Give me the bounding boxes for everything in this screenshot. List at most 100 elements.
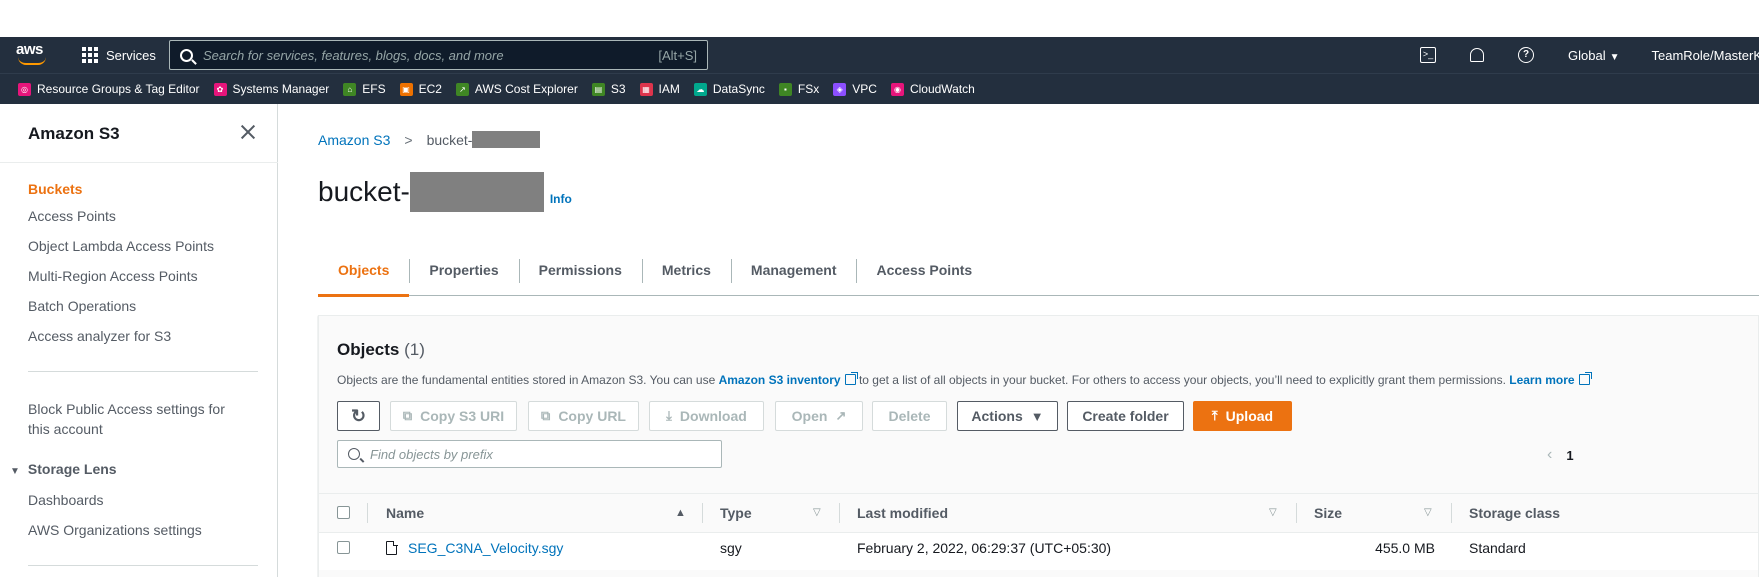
sidebar-separator xyxy=(28,565,258,566)
favorite-vpc[interactable]: ◈ VPC xyxy=(833,82,877,96)
sidebar-item-access-analyzer[interactable]: Access analyzer for S3 xyxy=(28,328,171,344)
search-icon xyxy=(348,448,360,460)
fsx-icon: ▪ xyxy=(778,82,792,96)
search-icon xyxy=(180,48,193,62)
tab-permissions[interactable]: Permissions xyxy=(518,244,642,296)
close-icon[interactable] xyxy=(240,124,256,140)
favorite-s3[interactable]: ▤ S3 xyxy=(591,82,626,96)
upload-button[interactable]: ⤒ Upload xyxy=(1193,401,1292,431)
table-row[interactable]: SEG_C3NA_Velocity.sgy sgy February 2, 20… xyxy=(319,532,1758,570)
breadcrumb-current: bucket- xyxy=(426,131,473,148)
favorite-resource-groups[interactable]: ◎ Resource Groups & Tag Editor xyxy=(18,82,200,96)
external-link-icon xyxy=(844,372,858,385)
download-button[interactable]: ⤓ Download xyxy=(649,401,764,431)
efs-icon: ⌂ xyxy=(343,82,357,96)
sidebar-item-multi-region[interactable]: Multi-Region Access Points xyxy=(28,268,198,284)
region-selector[interactable]: Global ▼ xyxy=(1568,48,1619,63)
cost-explorer-icon: ↗ xyxy=(455,82,469,96)
favorite-cost-explorer[interactable]: ↗ AWS Cost Explorer xyxy=(455,82,578,96)
grid-icon xyxy=(82,47,98,63)
column-header-last-modified[interactable]: Last modified xyxy=(857,494,948,532)
refresh-button[interactable]: ↻ xyxy=(337,401,380,431)
favorite-systems-manager[interactable]: ✿ Systems Manager xyxy=(213,82,329,96)
help-icon[interactable]: ? xyxy=(1518,47,1534,63)
sort-icon[interactable]: ▽ xyxy=(813,507,821,518)
sidebar-item-dashboards[interactable]: Dashboards xyxy=(28,492,104,508)
sidebar-item-buckets[interactable]: Buckets xyxy=(28,181,82,197)
column-header-name[interactable]: Name xyxy=(386,494,424,532)
top-margin xyxy=(0,0,1759,37)
sidebar-item-access-points[interactable]: Access Points xyxy=(28,208,116,224)
global-search[interactable]: [Alt+S] xyxy=(169,40,708,70)
learn-more-link[interactable]: Learn more xyxy=(1509,373,1574,387)
favorite-fsx[interactable]: ▪ FSx xyxy=(778,82,819,96)
object-size-cell: 455.0 MB xyxy=(1375,540,1435,556)
column-header-type[interactable]: Type xyxy=(720,494,752,532)
datasync-icon: ☁ xyxy=(693,82,707,96)
find-objects-input[interactable] xyxy=(370,446,710,462)
object-storage-class-cell: Standard xyxy=(1469,540,1526,556)
object-name-cell: SEG_C3NA_Velocity.sgy xyxy=(386,533,563,563)
bucket-tabs: Objects Properties Permissions Metrics M… xyxy=(318,244,1759,297)
open-button[interactable]: Open ↗ xyxy=(775,401,863,431)
tab-access-points[interactable]: Access Points xyxy=(856,244,992,296)
object-modified-cell: February 2, 2022, 06:29:37 (UTC+05:30) xyxy=(857,540,1112,556)
sort-icon[interactable]: ▽ xyxy=(1269,507,1277,518)
file-icon xyxy=(386,540,398,555)
pagination: ‹ 1 xyxy=(1547,446,1574,464)
caret-down-icon: ▼ xyxy=(1609,51,1620,63)
favorite-efs[interactable]: ⌂ EFS xyxy=(343,82,386,96)
external-link-icon: ↗ xyxy=(835,408,847,423)
ec2-icon: ▣ xyxy=(399,82,413,96)
tab-properties[interactable]: Properties xyxy=(409,244,518,296)
object-link[interactable]: SEG_C3NA_Velocity.sgy xyxy=(408,540,563,556)
sidebar-item-block-public-access[interactable]: Block Public Access settings for this ac… xyxy=(28,399,225,439)
object-type-cell: sgy xyxy=(720,540,742,556)
cloudwatch-icon: ◉ xyxy=(890,82,904,96)
column-header-size[interactable]: Size xyxy=(1314,494,1342,532)
aws-logo[interactable]: aws xyxy=(16,42,50,67)
copy-icon: ⧉ xyxy=(541,408,551,423)
page-number[interactable]: 1 xyxy=(1566,448,1573,463)
favorite-datasync[interactable]: ☁ DataSync xyxy=(693,82,765,96)
info-link[interactable]: Info xyxy=(550,192,572,206)
sidebar-item-object-lambda[interactable]: Object Lambda Access Points xyxy=(28,238,214,254)
top-right-controls: >_ ? Global ▼ TeamRole/MasterK xyxy=(1420,37,1759,73)
create-folder-button[interactable]: Create folder xyxy=(1067,401,1184,431)
copy-icon: ⧉ xyxy=(402,408,413,423)
s3-inventory-link[interactable]: Amazon S3 inventory xyxy=(719,373,841,387)
sidebar: Amazon S3 Buckets Access Points Object L… xyxy=(0,104,278,577)
favorite-cloudwatch[interactable]: ◉ CloudWatch xyxy=(890,82,975,96)
global-search-input[interactable] xyxy=(203,47,643,63)
sort-ascending-icon[interactable]: ▲ xyxy=(675,507,686,519)
objects-panel: Objects (1) Objects are the fundamental … xyxy=(318,315,1759,577)
notifications-bell-icon[interactable] xyxy=(1470,48,1484,62)
objects-description: Objects are the fundamental entities sto… xyxy=(337,372,1592,387)
s3-icon: ▤ xyxy=(591,82,605,96)
objects-count: (1) xyxy=(404,340,425,359)
actions-button[interactable]: Actions ▼ xyxy=(957,401,1058,431)
account-menu[interactable]: TeamRole/MasterK xyxy=(1651,48,1759,63)
column-header-storage-class[interactable]: Storage class xyxy=(1469,494,1560,532)
services-menu-button[interactable]: Services xyxy=(82,37,156,73)
select-all-checkbox[interactable] xyxy=(337,506,350,519)
delete-button[interactable]: Delete xyxy=(872,401,947,431)
cloudshell-icon[interactable]: >_ xyxy=(1420,47,1436,63)
sidebar-section-storage-lens[interactable]: ▼ Storage Lens xyxy=(10,461,117,477)
tab-objects[interactable]: Objects xyxy=(318,244,410,297)
copy-s3-uri-button[interactable]: ⧉ Copy S3 URI xyxy=(390,401,517,431)
favorite-ec2[interactable]: ▣ EC2 xyxy=(399,82,442,96)
copy-url-button[interactable]: ⧉ Copy URL xyxy=(528,401,639,431)
sidebar-item-batch-operations[interactable]: Batch Operations xyxy=(28,298,136,314)
objects-title: Objects (1) xyxy=(337,340,425,359)
breadcrumb-amazon-s3[interactable]: Amazon S3 xyxy=(318,132,390,148)
sidebar-item-organizations-settings[interactable]: AWS Organizations settings xyxy=(28,522,202,538)
chevron-left-icon[interactable]: ‹ xyxy=(1547,446,1552,464)
search-shortcut: [Alt+S] xyxy=(658,47,697,63)
tab-management[interactable]: Management xyxy=(730,244,857,296)
find-objects-search[interactable] xyxy=(337,440,722,468)
row-checkbox[interactable] xyxy=(337,541,350,554)
tab-metrics[interactable]: Metrics xyxy=(641,244,731,296)
sort-icon[interactable]: ▽ xyxy=(1424,507,1432,518)
favorite-iam[interactable]: ▦ IAM xyxy=(639,82,680,96)
